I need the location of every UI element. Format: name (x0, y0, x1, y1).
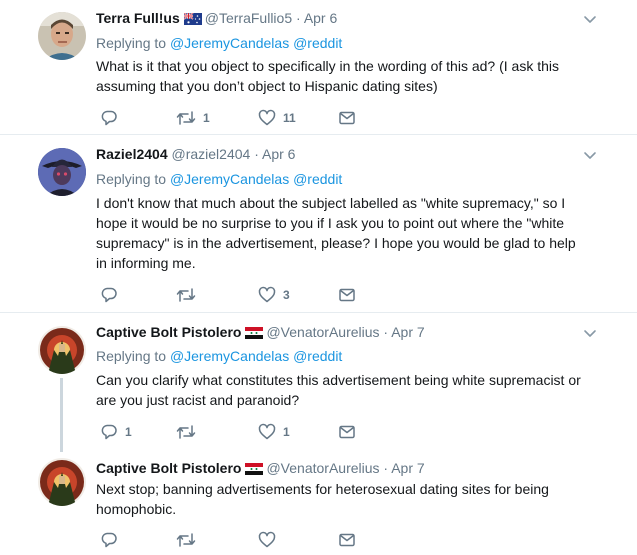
thread-connector-line (60, 378, 63, 452)
envelope-icon (339, 111, 355, 125)
heart-icon (258, 531, 276, 548)
user-handle[interactable]: @VenatorAurelius (266, 460, 379, 476)
mention-link[interactable]: @reddit (293, 171, 342, 187)
replying-to: Replying to @JeremyCandelas @reddit (96, 346, 342, 366)
reply-button[interactable] (100, 108, 125, 128)
separator-dot: · (254, 146, 259, 162)
replying-to-label: Replying to (96, 348, 167, 364)
tweet-2[interactable]: Raziel2404 @raziel2404 · Apr 6 Replying … (0, 136, 637, 313)
separator-dot: · (383, 324, 389, 340)
reply-icon (101, 532, 117, 548)
replying-to: Replying to @JeremyCandelas @reddit (96, 33, 342, 53)
reply-button[interactable]: 1 (100, 422, 132, 442)
retweet-icon (176, 425, 196, 439)
like-button[interactable]: 3 (258, 285, 290, 305)
tweet-text: What is it that you object to specifical… (96, 58, 559, 94)
envelope-icon (339, 425, 355, 439)
user-handle[interactable]: @TerraFullio5 (205, 10, 292, 26)
chevron-down-icon[interactable] (583, 326, 597, 340)
heart-icon (258, 286, 276, 303)
reply-icon (101, 110, 117, 126)
separator-dot: · (383, 460, 389, 476)
retweet-button[interactable] (176, 422, 203, 442)
message-button[interactable] (338, 108, 356, 128)
separator-dot: · (296, 10, 301, 26)
heart-icon (258, 109, 276, 126)
tweet-actions: 3 (96, 285, 396, 305)
tweet-actions (96, 530, 396, 550)
reply-button[interactable] (100, 530, 125, 550)
mention-link[interactable]: @reddit (293, 348, 342, 364)
mention-link[interactable]: @JeremyCandelas (170, 35, 289, 51)
reply-count: 1 (125, 425, 132, 439)
avatar[interactable] (38, 326, 86, 374)
retweet-icon (176, 288, 196, 302)
message-button[interactable] (338, 285, 356, 305)
timestamp[interactable]: Apr 7 (391, 460, 424, 476)
avatar[interactable] (38, 12, 86, 60)
message-button[interactable] (338, 422, 356, 442)
envelope-icon (339, 533, 355, 547)
retweet-button[interactable] (176, 530, 203, 550)
like-count: 11 (283, 111, 296, 125)
retweet-icon (176, 533, 196, 547)
user-handle[interactable]: @raziel2404 (172, 146, 251, 162)
avatar[interactable] (38, 148, 86, 196)
tweet-4[interactable]: Captive Bolt Pistolero @VenatorAurelius ·… (0, 450, 637, 555)
timestamp[interactable]: Apr 6 (262, 146, 295, 162)
replying-to-label: Replying to (96, 35, 167, 51)
mention-link[interactable]: @JeremyCandelas (170, 348, 289, 364)
tweet-text: Can you clarify what constitutes this ad… (96, 372, 581, 408)
like-count: 3 (283, 288, 290, 302)
syria-flag-icon (245, 460, 264, 480)
retweet-icon (176, 111, 196, 125)
tweet-text: I don't know that much about the subject… (96, 195, 576, 271)
retweet-button[interactable] (176, 285, 203, 305)
retweet-button[interactable]: 1 (176, 108, 210, 128)
timestamp[interactable]: Apr 7 (391, 324, 424, 340)
heart-icon (258, 423, 276, 440)
chevron-down-icon[interactable] (583, 148, 597, 162)
mention-link[interactable]: @reddit (293, 35, 342, 51)
australia-flag-icon (183, 10, 202, 30)
reply-icon (101, 424, 117, 440)
like-button[interactable]: 11 (258, 108, 296, 128)
envelope-icon (339, 288, 355, 302)
tweet-3[interactable]: Captive Bolt Pistolero @VenatorAurelius ·… (0, 314, 637, 452)
like-count: 1 (283, 425, 290, 439)
avatar[interactable] (38, 458, 86, 506)
display-name[interactable]: Terra Full!us (96, 10, 180, 26)
user-handle[interactable]: @VenatorAurelius (266, 324, 379, 340)
syria-flag-icon (245, 324, 264, 344)
replying-to: Replying to @JeremyCandelas @reddit (96, 169, 342, 189)
timestamp[interactable]: Apr 6 (304, 10, 337, 26)
reply-button[interactable] (100, 285, 125, 305)
replying-to-label: Replying to (96, 171, 167, 187)
chevron-down-icon[interactable] (583, 12, 597, 26)
display-name[interactable]: Captive Bolt Pistolero (96, 460, 241, 476)
retweet-count: 1 (203, 111, 210, 125)
tweet-text: Next stop; banning advertisements for he… (96, 481, 549, 517)
tweet-1[interactable]: Terra Full!us @TerraFullio5 · Apr 6 Reply… (0, 0, 637, 135)
tweet-actions: 1 1 (96, 422, 396, 442)
mention-link[interactable]: @JeremyCandelas (170, 171, 289, 187)
message-button[interactable] (338, 530, 356, 550)
display-name[interactable]: Captive Bolt Pistolero (96, 324, 241, 340)
display-name[interactable]: Raziel2404 (96, 146, 168, 162)
reply-icon (101, 287, 117, 303)
like-button[interactable] (258, 530, 283, 550)
like-button[interactable]: 1 (258, 422, 290, 442)
tweet-actions: 1 11 (96, 108, 396, 128)
